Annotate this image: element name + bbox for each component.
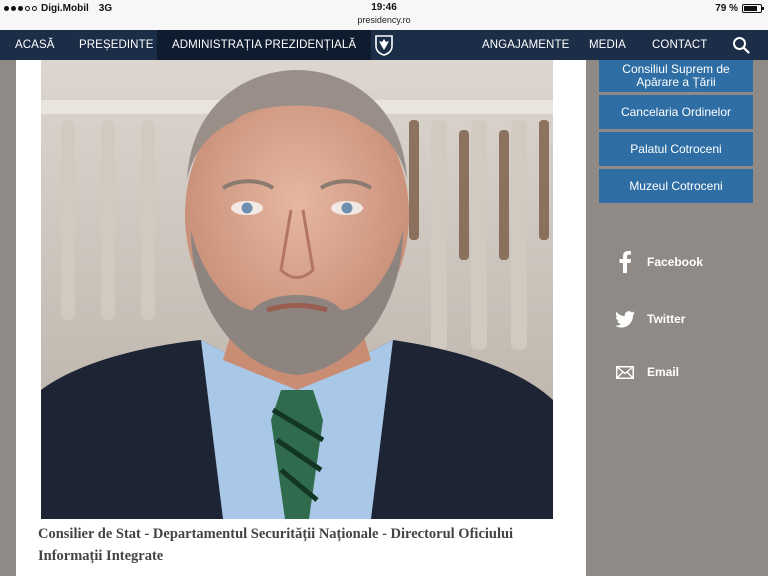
battery-info: 79 % — [715, 3, 764, 14]
share-label: Email — [647, 365, 680, 379]
sidebar-link-label: Palatul Cotroceni — [630, 141, 722, 156]
sidebar-link-label: Cancelaria Ordinelor — [620, 104, 732, 119]
nav-item-media[interactable]: MEDIA — [589, 30, 626, 60]
share-twitter[interactable]: Twitter — [612, 309, 685, 329]
share-email[interactable]: Email — [612, 362, 679, 382]
search-icon[interactable] — [732, 36, 750, 54]
status-bar: Digi.Mobil 3G 19:46 presidency.ro 79 % — [0, 0, 768, 30]
nav-item-presedinte[interactable]: PREȘEDINTE — [79, 30, 154, 60]
envelope-icon — [612, 362, 638, 382]
photo-caption: Consilier de Stat - Departamentul Securi… — [38, 526, 514, 564]
main-navigation: ACASĂ PREȘEDINTE ADMINISTRAȚIA PREZIDENȚ… — [0, 30, 768, 60]
nav-item-angajamente[interactable]: ANGAJAMENTE — [482, 30, 569, 60]
portrait-photo — [41, 60, 553, 519]
sidebar-link-cancelaria[interactable]: Cancelaria Ordinelor — [599, 95, 753, 129]
sidebar-link-muzeul[interactable]: Muzeul Cotroceni — [599, 169, 753, 203]
battery-icon — [742, 4, 764, 13]
share-facebook[interactable]: Facebook — [612, 251, 704, 273]
article-content: Consilier de Stat - Departamentul Securi… — [16, 60, 586, 576]
share-label: Twitter — [647, 312, 686, 326]
nav-item-administratia[interactable]: ADMINISTRAȚIA PREZIDENȚIALĂ — [157, 30, 372, 60]
battery-percent: 79 % — [715, 3, 738, 14]
coat-of-arms-icon[interactable] — [374, 34, 394, 56]
nav-item-contact[interactable]: CONTACT — [652, 30, 707, 60]
twitter-icon — [612, 309, 638, 329]
sidebar-link-label: Muzeul Cotroceni — [629, 178, 723, 193]
sidebar-link-palatul[interactable]: Palatul Cotroceni — [599, 132, 753, 166]
sidebar-link-consiliul-suprem[interactable]: Consiliul Suprem de Apărare a Țării — [599, 60, 753, 92]
sidebar-link-label: Consiliul Suprem de Apărare a Țării — [622, 62, 730, 89]
facebook-icon — [612, 251, 638, 273]
address-bar[interactable]: presidency.ro — [0, 15, 768, 25]
nav-item-acasa[interactable]: ACASĂ — [15, 30, 55, 60]
share-label: Facebook — [647, 255, 704, 269]
clock: 19:46 — [371, 2, 397, 13]
